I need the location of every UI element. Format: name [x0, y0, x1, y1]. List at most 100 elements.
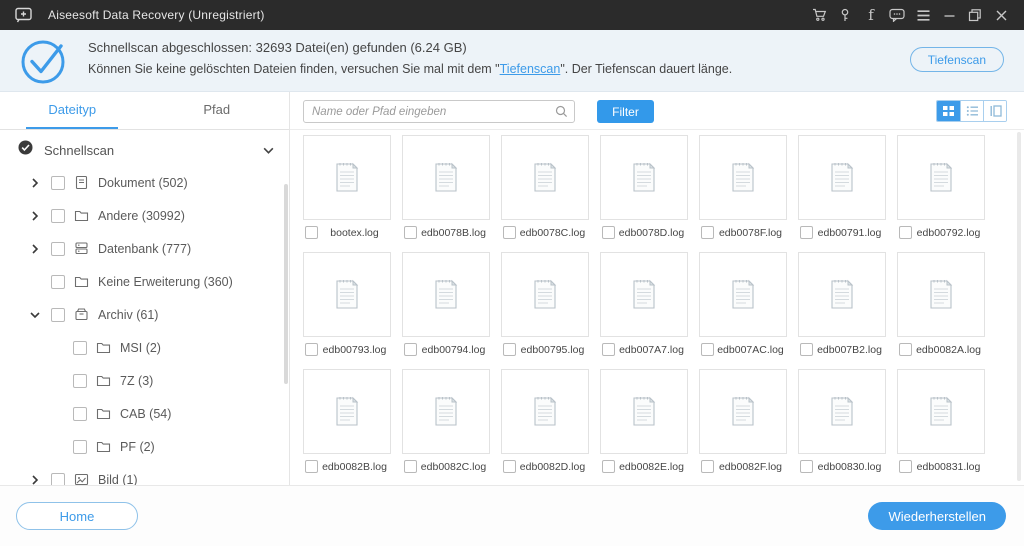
file-card[interactable]: bootex.log — [303, 135, 391, 239]
tree-checkbox[interactable] — [51, 241, 65, 256]
file-thumbnail[interactable] — [798, 252, 886, 337]
file-checkbox[interactable] — [602, 343, 615, 356]
grid-view-button[interactable] — [937, 101, 960, 121]
file-card[interactable]: edb0078D.log — [600, 135, 688, 239]
chevron-right-icon[interactable] — [28, 209, 42, 223]
file-checkbox[interactable] — [602, 226, 615, 239]
file-checkbox[interactable] — [305, 343, 318, 356]
file-thumbnail[interactable] — [897, 369, 985, 454]
file-thumbnail[interactable] — [402, 135, 490, 220]
file-card[interactable]: edb0082A.log — [897, 252, 985, 356]
file-card[interactable]: edb007AC.log — [699, 252, 787, 356]
detail-view-button[interactable] — [983, 101, 1006, 121]
file-checkbox[interactable] — [404, 226, 417, 239]
tree-checkbox[interactable] — [51, 274, 65, 289]
tab-pfad[interactable]: Pfad — [145, 92, 290, 129]
file-checkbox[interactable] — [800, 343, 813, 356]
file-thumbnail[interactable] — [897, 135, 985, 220]
file-checkbox[interactable] — [404, 460, 417, 473]
file-thumbnail[interactable] — [600, 369, 688, 454]
tab-dateityp[interactable]: Dateityp — [0, 92, 145, 129]
file-thumbnail[interactable] — [699, 135, 787, 220]
file-card[interactable]: edb00831.log — [897, 369, 985, 473]
file-thumbnail[interactable] — [402, 252, 490, 337]
file-thumbnail[interactable] — [303, 369, 391, 454]
file-checkbox[interactable] — [404, 343, 417, 356]
file-card[interactable]: edb0078C.log — [501, 135, 589, 239]
sidebar-scrollbar[interactable] — [284, 184, 288, 384]
file-thumbnail[interactable] — [699, 252, 787, 337]
main-scrollbar[interactable] — [1017, 132, 1021, 481]
file-card[interactable]: edb00792.log — [897, 135, 985, 239]
file-thumbnail[interactable] — [501, 135, 589, 220]
chevron-down-icon[interactable] — [262, 144, 275, 157]
file-card[interactable]: edb0078F.log — [699, 135, 787, 239]
file-card[interactable]: edb0082E.log — [600, 369, 688, 473]
deep-scan-link[interactable]: Tiefenscan — [500, 62, 561, 76]
tree-item-pf[interactable]: PF (2) — [0, 430, 289, 463]
file-checkbox[interactable] — [305, 226, 318, 239]
minimize-icon[interactable] — [936, 2, 962, 28]
file-checkbox[interactable] — [701, 226, 714, 239]
file-card[interactable]: edb0082F.log — [699, 369, 787, 473]
file-thumbnail[interactable] — [303, 135, 391, 220]
file-checkbox[interactable] — [503, 343, 516, 356]
tree-checkbox[interactable] — [51, 175, 65, 190]
tree-item-archiv[interactable]: Archiv (61) — [0, 298, 289, 331]
filter-button[interactable]: Filter — [597, 100, 654, 123]
file-checkbox[interactable] — [899, 460, 912, 473]
close-icon[interactable] — [988, 2, 1014, 28]
file-card[interactable]: edb007A7.log — [600, 252, 688, 356]
file-thumbnail[interactable] — [600, 135, 688, 220]
chevron-down-icon[interactable] — [28, 308, 42, 322]
tree-item-cab[interactable]: CAB (54) — [0, 397, 289, 430]
tree-checkbox[interactable] — [73, 439, 87, 454]
file-card[interactable]: edb00795.log — [501, 252, 589, 356]
chevron-right-icon[interactable] — [28, 176, 42, 190]
menu-icon[interactable] — [910, 2, 936, 28]
restore-icon[interactable] — [962, 2, 988, 28]
file-thumbnail[interactable] — [303, 252, 391, 337]
deep-scan-button[interactable]: Tiefenscan — [909, 47, 1004, 72]
file-checkbox[interactable] — [305, 460, 318, 473]
file-thumbnail[interactable] — [501, 252, 589, 337]
tree-checkbox[interactable] — [51, 307, 65, 322]
file-card[interactable]: edb007B2.log — [798, 252, 886, 356]
file-thumbnail[interactable] — [600, 252, 688, 337]
file-checkbox[interactable] — [602, 460, 615, 473]
key-icon[interactable] — [832, 2, 858, 28]
file-thumbnail[interactable] — [699, 369, 787, 454]
tree-item-msi[interactable]: MSI (2) — [0, 331, 289, 364]
file-card[interactable]: edb0082C.log — [402, 369, 490, 473]
file-card[interactable]: edb0078B.log — [402, 135, 490, 239]
file-checkbox[interactable] — [701, 460, 714, 473]
facebook-icon[interactable]: f — [858, 2, 884, 28]
search-input[interactable] — [304, 101, 555, 122]
file-checkbox[interactable] — [503, 460, 516, 473]
file-card[interactable]: edb0082D.log — [501, 369, 589, 473]
chevron-right-icon[interactable] — [28, 242, 42, 256]
recover-button[interactable]: Wiederherstellen — [868, 502, 1006, 530]
file-checkbox[interactable] — [800, 226, 813, 239]
file-checkbox[interactable] — [800, 460, 813, 473]
file-card[interactable]: edb0082B.log — [303, 369, 391, 473]
file-thumbnail[interactable] — [402, 369, 490, 454]
tree-item-dokument[interactable]: Dokument (502) — [0, 166, 289, 199]
tree-checkbox[interactable] — [51, 208, 65, 223]
file-card[interactable]: edb00830.log — [798, 369, 886, 473]
file-checkbox[interactable] — [899, 226, 912, 239]
file-thumbnail[interactable] — [897, 252, 985, 337]
file-card[interactable]: edb00791.log — [798, 135, 886, 239]
tree-item-datenbank[interactable]: Datenbank (777) — [0, 232, 289, 265]
file-card[interactable]: edb00794.log — [402, 252, 490, 356]
tree-item-andere[interactable]: Andere (30992) — [0, 199, 289, 232]
file-checkbox[interactable] — [503, 226, 516, 239]
file-thumbnail[interactable] — [798, 369, 886, 454]
tree-checkbox[interactable] — [73, 373, 87, 388]
file-checkbox[interactable] — [899, 343, 912, 356]
home-button[interactable]: Home — [16, 502, 138, 530]
sidebar-item-schnellscan[interactable]: Schnellscan — [0, 134, 289, 166]
file-thumbnail[interactable] — [798, 135, 886, 220]
list-view-button[interactable] — [960, 101, 983, 121]
file-checkbox[interactable] — [701, 343, 714, 356]
